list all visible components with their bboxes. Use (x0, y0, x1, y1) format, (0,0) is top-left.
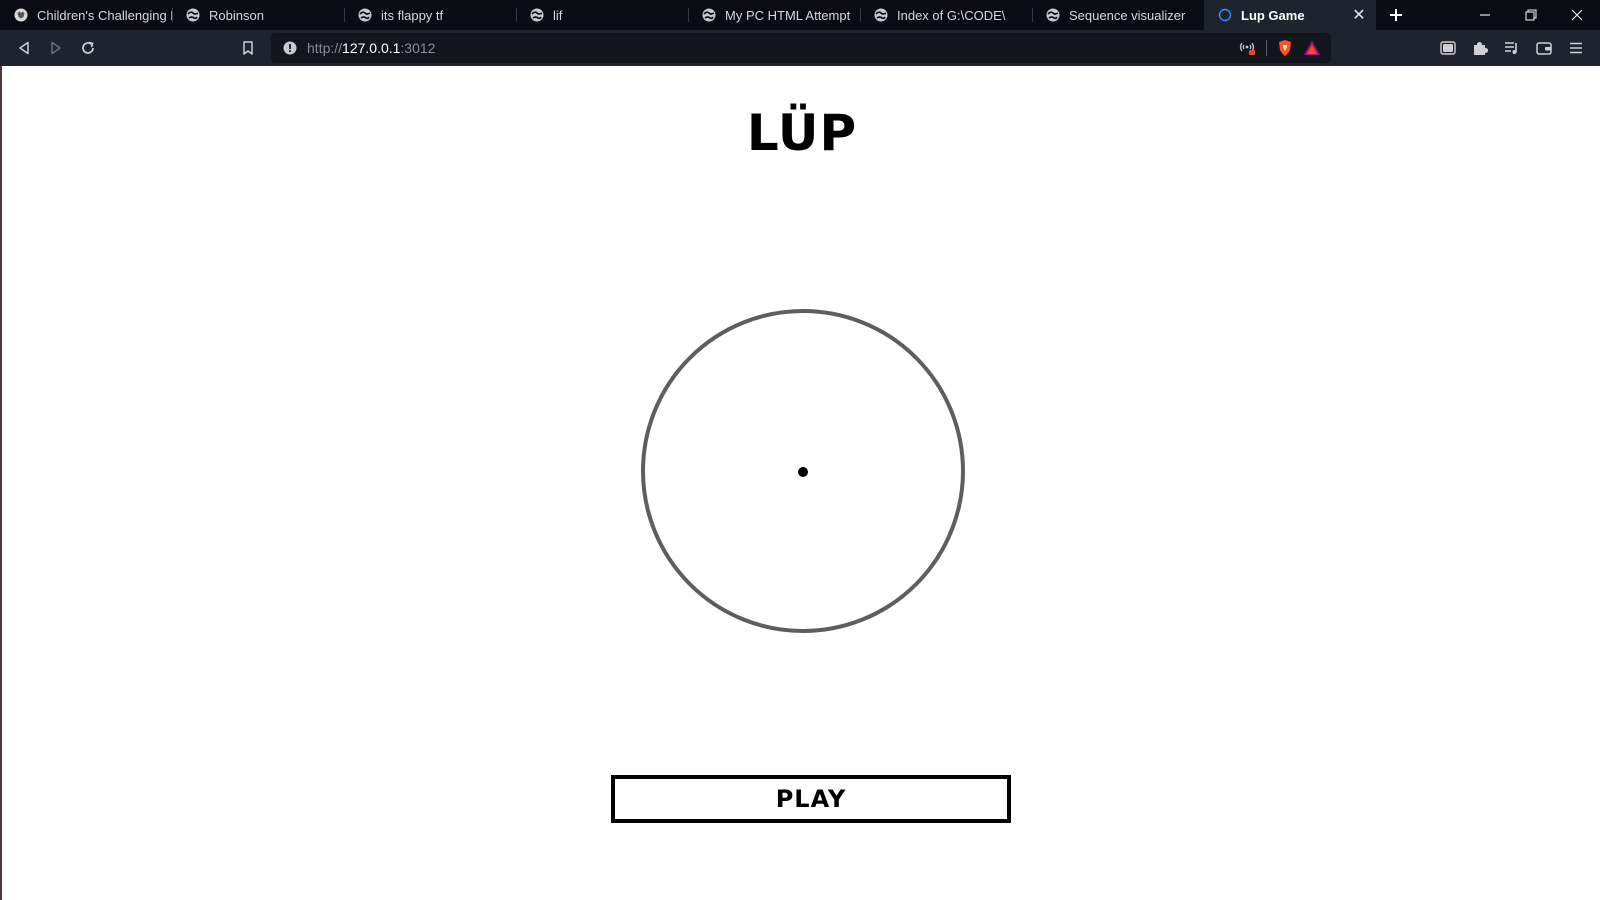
globe-icon (1046, 8, 1060, 22)
url-text: http://127.0.0.1:3012 (307, 40, 435, 56)
wolf-favicon-icon (14, 8, 28, 22)
back-arrow-icon (19, 41, 29, 55)
bookmark-button[interactable] (232, 32, 264, 64)
globe-icon (874, 8, 888, 22)
sidebar-button[interactable] (1432, 32, 1464, 64)
extension-area (1432, 32, 1592, 64)
reload-button[interactable] (72, 32, 104, 64)
divider (1266, 40, 1267, 56)
tab-lup-game[interactable]: Lup Game ✕ (1204, 0, 1376, 30)
browser-toolbar: http://127.0.0.1:3012 (0, 30, 1600, 66)
tab-sequence-visualizer[interactable]: Sequence visualizer (1032, 0, 1204, 30)
tab-index-of-code[interactable]: Index of G:\CODE\ (860, 0, 1032, 30)
playlist-button[interactable] (1496, 32, 1528, 64)
forward-button[interactable] (40, 32, 72, 64)
close-tab-icon[interactable]: ✕ (1348, 5, 1370, 25)
tab-title: Robinson (209, 7, 264, 23)
hamburger-menu-icon (1570, 42, 1582, 54)
bookmark-icon (243, 41, 253, 55)
loading-ring-icon (1218, 8, 1232, 22)
url-scheme: http:// (307, 40, 343, 56)
globe-icon (702, 8, 716, 22)
tab-title: Lup Game (1241, 7, 1305, 23)
globe-icon (358, 8, 372, 22)
address-bar-actions (1238, 39, 1331, 57)
close-window-button[interactable] (1554, 0, 1600, 30)
tab-lif[interactable]: lif (516, 0, 688, 30)
minimize-icon (1480, 14, 1490, 16)
minimize-button[interactable] (1462, 0, 1508, 30)
restore-button[interactable] (1508, 0, 1554, 30)
tab-title: lif (553, 7, 563, 23)
new-tab-button[interactable] (1376, 0, 1416, 30)
url-host: 127.0.0.1 (342, 40, 401, 56)
broadcast-blocked-icon[interactable] (1238, 40, 1256, 56)
tab-robinson[interactable]: Robinson (172, 0, 344, 30)
game-dot (798, 467, 808, 477)
back-button[interactable] (8, 32, 40, 64)
restore-icon (1525, 9, 1537, 21)
page-viewport: LÜP PLAY (0, 66, 1600, 900)
forward-arrow-icon (51, 41, 61, 55)
tab-title: Children's Challenging Be (37, 7, 172, 23)
site-info-icon[interactable] (283, 41, 297, 55)
tab-title: Index of G:\CODE\ (897, 7, 1006, 23)
wallet-button[interactable] (1528, 32, 1560, 64)
tab-title: Sequence visualizer (1069, 7, 1186, 23)
puzzle-icon (1474, 42, 1488, 55)
extensions-button[interactable] (1464, 32, 1496, 64)
url-port: :3012 (400, 40, 436, 56)
tab-my-pc-html-attempt[interactable]: My PC HTML Attempt (688, 0, 860, 30)
sidebar-icon (1440, 41, 1456, 55)
brave-rewards-icon[interactable] (1303, 40, 1321, 56)
play-button[interactable]: PLAY (611, 775, 1011, 823)
playlist-icon (1505, 42, 1517, 54)
reload-icon (82, 41, 94, 54)
menu-button[interactable] (1560, 32, 1592, 64)
wallet-icon (1536, 42, 1552, 55)
brave-shields-icon[interactable] (1277, 39, 1293, 57)
globe-icon (530, 8, 544, 22)
tab-title: My PC HTML Attempt (725, 7, 851, 23)
window-controls (1462, 0, 1600, 30)
tab-title: its flappy tf (381, 7, 444, 23)
plus-icon (1390, 9, 1402, 21)
tab-childrens-challenging[interactable]: Children's Challenging Be (0, 0, 172, 30)
close-icon (1571, 9, 1583, 21)
tab-its-flappy-tf[interactable]: its flappy tf (344, 0, 516, 30)
tab-strip: Children's Challenging Be Robinson its f… (0, 0, 1600, 30)
globe-icon (186, 8, 200, 22)
game-title: LÜP (746, 104, 858, 162)
address-bar[interactable]: http://127.0.0.1:3012 (271, 33, 1331, 63)
